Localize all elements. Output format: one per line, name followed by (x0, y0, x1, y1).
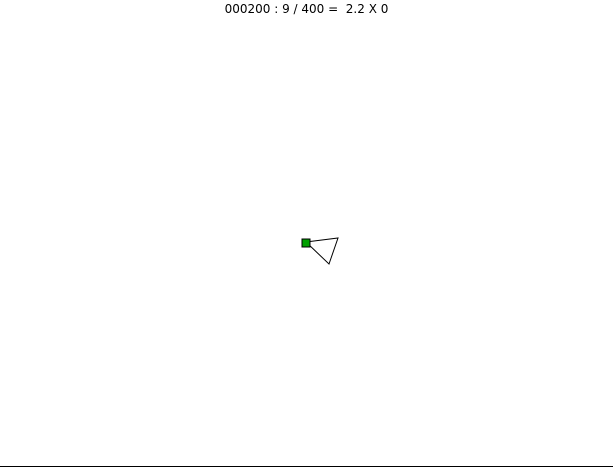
game-playfield (301, 237, 339, 265)
green-square-marker-icon (301, 238, 311, 248)
ship-triangle-icon (304, 237, 339, 265)
